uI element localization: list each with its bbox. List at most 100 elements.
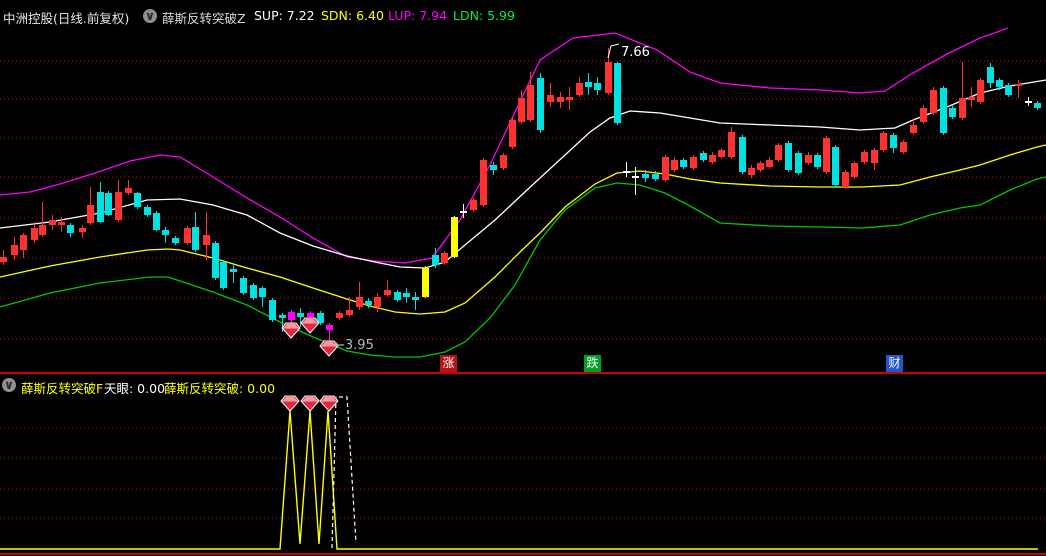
chart-canvas[interactable]: 7.66 ←3.95 xyxy=(0,0,1046,556)
tag-wealth[interactable]: 财 xyxy=(886,355,903,372)
candle-body xyxy=(757,163,764,170)
candle-body xyxy=(269,300,276,320)
candle-body xyxy=(949,108,956,117)
high-pointer-line xyxy=(607,43,620,59)
candle-body xyxy=(766,160,773,167)
green-band xyxy=(0,176,1046,358)
candle-body xyxy=(537,78,544,130)
candle-body xyxy=(115,192,122,220)
candle-body xyxy=(356,297,363,307)
candle-body xyxy=(412,297,419,300)
diamond-signal-icon xyxy=(281,322,301,339)
candle-body xyxy=(823,138,830,172)
sup-value: SUP: 7.22 xyxy=(254,8,315,23)
candle-body xyxy=(585,82,592,87)
candle-body xyxy=(279,315,286,318)
diamond-signal-icon xyxy=(319,395,339,412)
candle-body xyxy=(20,235,27,250)
candle-body xyxy=(394,292,401,300)
candle-body xyxy=(105,193,112,215)
candle-body xyxy=(871,150,878,163)
candle-body xyxy=(365,301,372,305)
candle-body xyxy=(403,293,410,297)
candle-body xyxy=(184,228,191,243)
high-price-label: 7.66 xyxy=(621,45,650,60)
chevron-down-icon[interactable]: ∨ xyxy=(143,9,157,23)
candle-body xyxy=(814,155,821,167)
candle-body xyxy=(632,176,639,178)
candle-body xyxy=(851,163,858,177)
candle-body xyxy=(662,157,669,180)
candle-body xyxy=(842,172,849,187)
candle-body xyxy=(67,225,74,233)
indicator-spike-line xyxy=(0,410,1038,550)
candle-body xyxy=(97,192,104,222)
candle-body xyxy=(162,230,169,235)
ldn-value: LDN: 5.99 xyxy=(453,8,515,23)
candle-body xyxy=(79,228,86,232)
candle-body xyxy=(605,62,612,93)
candle-body xyxy=(785,143,792,170)
sdn-value: SDN: 6.40 xyxy=(321,8,384,23)
candle-body xyxy=(547,95,554,102)
candle-body xyxy=(968,97,975,100)
candle-body xyxy=(422,268,429,297)
tianyan-value: 天眼: 0.00 xyxy=(104,381,166,396)
candle-body xyxy=(509,120,516,147)
candle-body xyxy=(775,145,782,160)
candle-body xyxy=(900,142,907,152)
candle-body xyxy=(910,125,917,133)
candle-body xyxy=(987,67,994,83)
candle-body xyxy=(709,155,716,162)
candle-body xyxy=(203,235,210,245)
candle-body xyxy=(470,200,477,210)
candle-body xyxy=(240,278,247,293)
candle-body xyxy=(940,88,947,133)
candle-body xyxy=(212,243,219,278)
low-price-label: ←3.95 xyxy=(334,338,374,353)
candle-body xyxy=(614,63,621,123)
candle-body xyxy=(31,228,38,240)
tag-fall[interactable]: 跌 xyxy=(584,355,601,372)
candle-body xyxy=(700,153,707,160)
candle-body xyxy=(680,160,687,167)
candle-body xyxy=(432,255,439,265)
xuesi-breakout-value: 薛斯反转突破: 0.00 xyxy=(164,381,276,396)
candle-body xyxy=(930,90,937,113)
candle-body xyxy=(384,290,391,295)
candle-body xyxy=(374,297,381,307)
candle-body xyxy=(920,108,927,122)
diamond-signal-icon xyxy=(300,317,320,334)
candle-body xyxy=(1005,85,1012,95)
candle-body xyxy=(566,97,573,100)
sub-indicator-name: 薛斯反转突破F xyxy=(21,381,104,396)
candle-body xyxy=(890,135,897,148)
candle-body xyxy=(307,313,314,317)
tag-rise[interactable]: 涨 xyxy=(440,355,457,372)
main-indicator-name: 薛斯反转突破Z xyxy=(162,11,246,26)
lup-value: LUP: 7.94 xyxy=(388,8,448,23)
candle-body xyxy=(460,211,467,213)
candle-body xyxy=(880,133,887,150)
candle-body xyxy=(441,253,448,263)
candle-body xyxy=(451,217,458,257)
candle-body xyxy=(87,205,94,223)
candle-body xyxy=(805,155,812,163)
candle-body xyxy=(1025,101,1032,103)
candle-body xyxy=(728,132,735,157)
candle-body xyxy=(576,83,583,95)
candle-body xyxy=(11,245,18,255)
chevron-down-icon[interactable]: ∨ xyxy=(2,378,16,392)
candle-body xyxy=(490,165,497,170)
candle-body xyxy=(642,174,649,178)
candle-body xyxy=(518,98,525,122)
candle-body xyxy=(500,155,507,168)
candle-body xyxy=(996,80,1003,87)
candle-body xyxy=(977,80,984,102)
candle-body xyxy=(739,137,746,172)
candle-body xyxy=(557,97,564,102)
candle-body xyxy=(220,262,227,288)
candle-body xyxy=(718,150,725,157)
candle-body xyxy=(144,207,151,215)
candle-body xyxy=(480,160,487,205)
